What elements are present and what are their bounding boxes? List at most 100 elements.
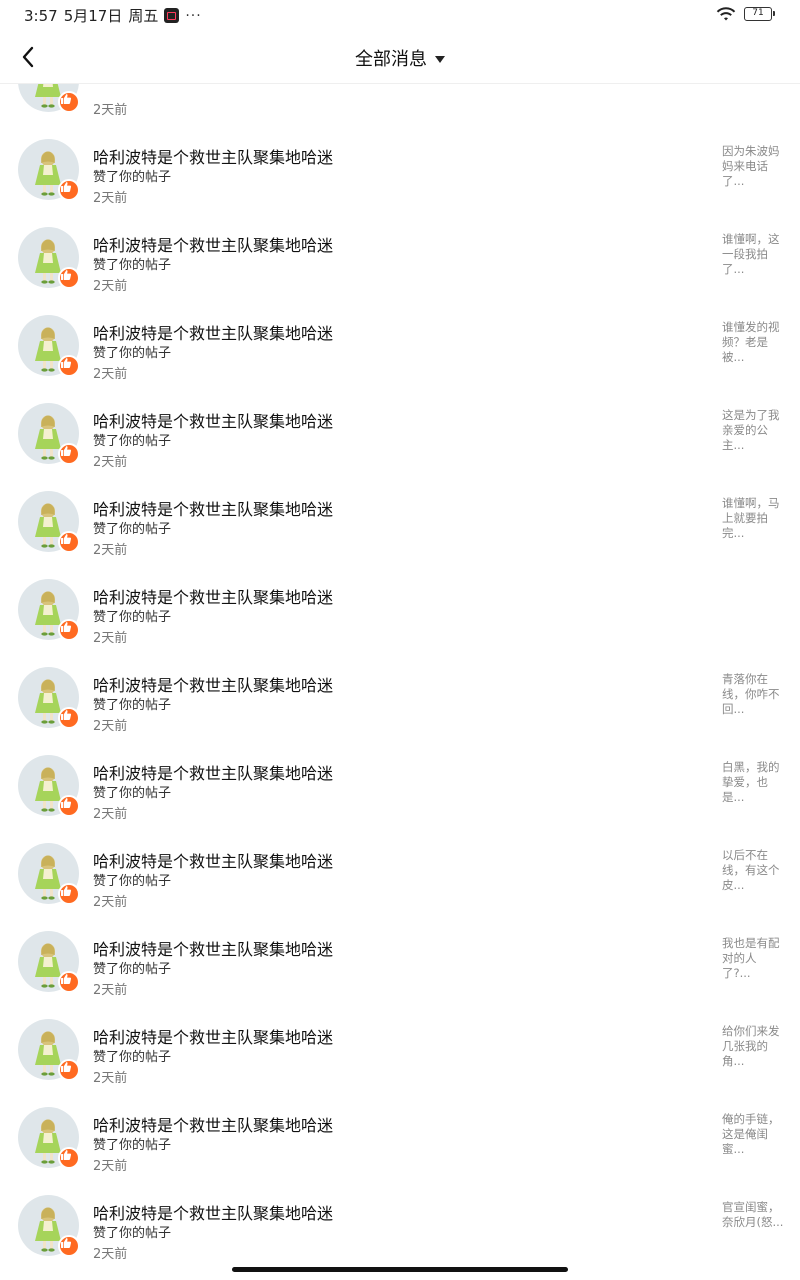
action-text: 赞了你的帖子 bbox=[93, 962, 172, 977]
post-preview[interactable]: 白黑，我的挚爱，也是... bbox=[722, 760, 784, 805]
thumbs-up-icon bbox=[61, 974, 72, 984]
avatar[interactable] bbox=[18, 579, 80, 641]
notification-item[interactable]: 哈利波特是个救世主队聚集地哈迷 赞了你的帖子 2天前 俺的手链，这是俺闺蜜... bbox=[0, 1088, 800, 1176]
sender-name[interactable]: 哈利波特是个救世主队聚集地哈迷 bbox=[93, 496, 333, 520]
notification-list-inner: 2天前 天... 哈利波特是个救世主队聚集地哈迷 赞了你的帖子 bbox=[0, 84, 800, 1260]
page-title: 全部消息 bbox=[355, 49, 427, 70]
home-indicator[interactable] bbox=[232, 1267, 568, 1272]
timestamp: 2天前 bbox=[93, 367, 128, 382]
action-text: 赞了你的帖子 bbox=[93, 1226, 172, 1241]
notification-item[interactable]: 哈利波特是个救世主队聚集地哈迷 赞了你的帖子 2天前 谁懂啊，这一段我拍了... bbox=[0, 208, 800, 296]
sender-name[interactable]: 哈利波特是个救世主队聚集地哈迷 bbox=[93, 848, 333, 872]
avatar[interactable] bbox=[18, 227, 80, 289]
thumbs-up-icon bbox=[61, 358, 72, 368]
sender-name[interactable]: 哈利波特是个救世主队聚集地哈迷 bbox=[93, 584, 333, 608]
message-filter-dropdown[interactable]: 全部消息 bbox=[0, 45, 800, 71]
notification-list[interactable]: 2天前 天... 哈利波特是个救世主队聚集地哈迷 赞了你的帖子 bbox=[0, 84, 800, 1260]
thumbs-up-icon bbox=[61, 798, 72, 808]
avatar[interactable] bbox=[18, 84, 80, 113]
sender-name[interactable]: 哈利波特是个救世主队聚集地哈迷 bbox=[93, 408, 333, 432]
thumbs-up-icon bbox=[61, 710, 72, 720]
sender-name[interactable]: 哈利波特是个救世主队聚集地哈迷 bbox=[93, 936, 333, 960]
thumbs-up-icon bbox=[61, 182, 72, 192]
timestamp: 2天前 bbox=[93, 807, 128, 822]
notification-item[interactable]: 哈利波特是个救世主队聚集地哈迷 赞了你的帖子 2天前 官宣闺蜜，奈欣月(怒... bbox=[0, 1176, 800, 1260]
notification-item[interactable]: 哈利波特是个救世主队聚集地哈迷 赞了你的帖子 2天前 bbox=[0, 560, 800, 648]
sender-name[interactable]: 哈利波特是个救世主队聚集地哈迷 bbox=[93, 232, 333, 256]
thumbs-up-icon bbox=[61, 886, 72, 896]
like-badge bbox=[58, 531, 80, 553]
sender-name[interactable]: 哈利波特是个救世主队聚集地哈迷 bbox=[93, 1024, 333, 1048]
more-status-icon: ··· bbox=[185, 7, 202, 24]
status-right: 71 bbox=[716, 6, 775, 22]
notification-item[interactable]: 哈利波特是个救世主队聚集地哈迷 赞了你的帖子 2天前 白黑，我的挚爱，也是... bbox=[0, 736, 800, 824]
notification-item[interactable]: 2天前 天... bbox=[0, 84, 800, 120]
action-text: 赞了你的帖子 bbox=[93, 1050, 172, 1065]
like-badge bbox=[58, 355, 80, 377]
post-preview[interactable]: 以后不在线，有这个皮... bbox=[722, 848, 784, 893]
thumbs-up-icon bbox=[61, 1062, 72, 1072]
action-text: 赞了你的帖子 bbox=[93, 610, 172, 625]
avatar[interactable] bbox=[18, 1019, 80, 1081]
thumbs-up-icon bbox=[61, 270, 72, 280]
timestamp: 2天前 bbox=[93, 455, 128, 470]
action-text: 赞了你的帖子 bbox=[93, 258, 172, 273]
avatar[interactable] bbox=[18, 843, 80, 905]
post-preview[interactable]: 官宣闺蜜，奈欣月(怒... bbox=[722, 1200, 784, 1230]
avatar[interactable] bbox=[18, 315, 80, 377]
notification-item[interactable]: 哈利波特是个救世主队聚集地哈迷 赞了你的帖子 2天前 给你们来发几张我的角... bbox=[0, 1000, 800, 1088]
post-preview[interactable]: 给你们来发几张我的角... bbox=[722, 1024, 784, 1069]
timestamp: 2天前 bbox=[93, 543, 128, 558]
post-preview[interactable]: 青落你在线，你咋不回... bbox=[722, 672, 784, 717]
post-preview[interactable]: 这是为了我亲爱的公主... bbox=[722, 408, 784, 453]
status-weekday: 周五 bbox=[128, 7, 159, 25]
timestamp: 2天前 bbox=[93, 279, 128, 294]
avatar[interactable] bbox=[18, 1195, 80, 1257]
avatar[interactable] bbox=[18, 755, 80, 817]
action-text: 赞了你的帖子 bbox=[93, 786, 172, 801]
status-date: 5月17日 bbox=[63, 7, 123, 25]
avatar[interactable] bbox=[18, 491, 80, 553]
avatar[interactable] bbox=[18, 667, 80, 729]
avatar[interactable] bbox=[18, 403, 80, 465]
like-badge bbox=[58, 883, 80, 905]
notification-item[interactable]: 哈利波特是个救世主队聚集地哈迷 赞了你的帖子 2天前 谁懂发的视频？老是被... bbox=[0, 296, 800, 384]
like-badge bbox=[58, 179, 80, 201]
like-badge bbox=[58, 795, 80, 817]
notification-item[interactable]: 哈利波特是个救世主队聚集地哈迷 赞了你的帖子 2天前 以后不在线，有这个皮... bbox=[0, 824, 800, 912]
sender-name[interactable]: 哈利波特是个救世主队聚集地哈迷 bbox=[93, 1112, 333, 1136]
avatar[interactable] bbox=[18, 139, 80, 201]
thumbs-up-icon bbox=[61, 534, 72, 544]
post-preview[interactable]: 俺的手链，这是俺闺蜜... bbox=[722, 1112, 784, 1157]
sender-name[interactable]: 哈利波特是个救世主队聚集地哈迷 bbox=[93, 144, 333, 168]
notification-item[interactable]: 哈利波特是个救世主队聚集地哈迷 赞了你的帖子 2天前 我也是有配对的人了?... bbox=[0, 912, 800, 1000]
battery-icon: 71 bbox=[744, 7, 775, 21]
sender-name[interactable]: 哈利波特是个救世主队聚集地哈迷 bbox=[93, 320, 333, 344]
notification-item[interactable]: 哈利波特是个救世主队聚集地哈迷 赞了你的帖子 2天前 这是为了我亲爱的公主... bbox=[0, 384, 800, 472]
action-text: 赞了你的帖子 bbox=[93, 434, 172, 449]
post-preview[interactable]: 谁懂发的视频？老是被... bbox=[722, 320, 784, 365]
sender-name[interactable]: 哈利波特是个救世主队聚集地哈迷 bbox=[93, 672, 333, 696]
avatar[interactable] bbox=[18, 931, 80, 993]
post-preview[interactable]: 谁懂啊，马上就要拍完... bbox=[722, 496, 784, 541]
avatar[interactable] bbox=[18, 1107, 80, 1169]
like-badge bbox=[58, 1147, 80, 1169]
like-badge bbox=[58, 267, 80, 289]
thumbs-up-icon bbox=[61, 446, 72, 456]
notification-item[interactable]: 哈利波特是个救世主队聚集地哈迷 赞了你的帖子 2天前 谁懂啊，马上就要拍完... bbox=[0, 472, 800, 560]
sender-name[interactable]: 哈利波特是个救世主队聚集地哈迷 bbox=[93, 1200, 333, 1224]
notification-item[interactable]: 哈利波特是个救世主队聚集地哈迷 赞了你的帖子 2天前 因为朱波妈妈来电话了... bbox=[0, 120, 800, 208]
post-preview[interactable]: 因为朱波妈妈来电话了... bbox=[722, 144, 784, 189]
notification-item[interactable]: 哈利波特是个救世主队聚集地哈迷 赞了你的帖子 2天前 青落你在线，你咋不回... bbox=[0, 648, 800, 736]
post-preview[interactable]: 我也是有配对的人了?... bbox=[722, 936, 784, 981]
timestamp: 2天前 bbox=[93, 191, 128, 206]
action-text: 赞了你的帖子 bbox=[93, 170, 172, 185]
action-text: 赞了你的帖子 bbox=[93, 346, 172, 361]
timestamp: 2天前 bbox=[93, 1159, 128, 1174]
like-badge bbox=[58, 1059, 80, 1081]
timestamp: 2天前 bbox=[93, 1071, 128, 1086]
timestamp: 2天前 bbox=[93, 895, 128, 910]
action-text: 赞了你的帖子 bbox=[93, 698, 172, 713]
post-preview[interactable]: 谁懂啊，这一段我拍了... bbox=[722, 232, 784, 277]
sender-name[interactable]: 哈利波特是个救世主队聚集地哈迷 bbox=[93, 760, 333, 784]
